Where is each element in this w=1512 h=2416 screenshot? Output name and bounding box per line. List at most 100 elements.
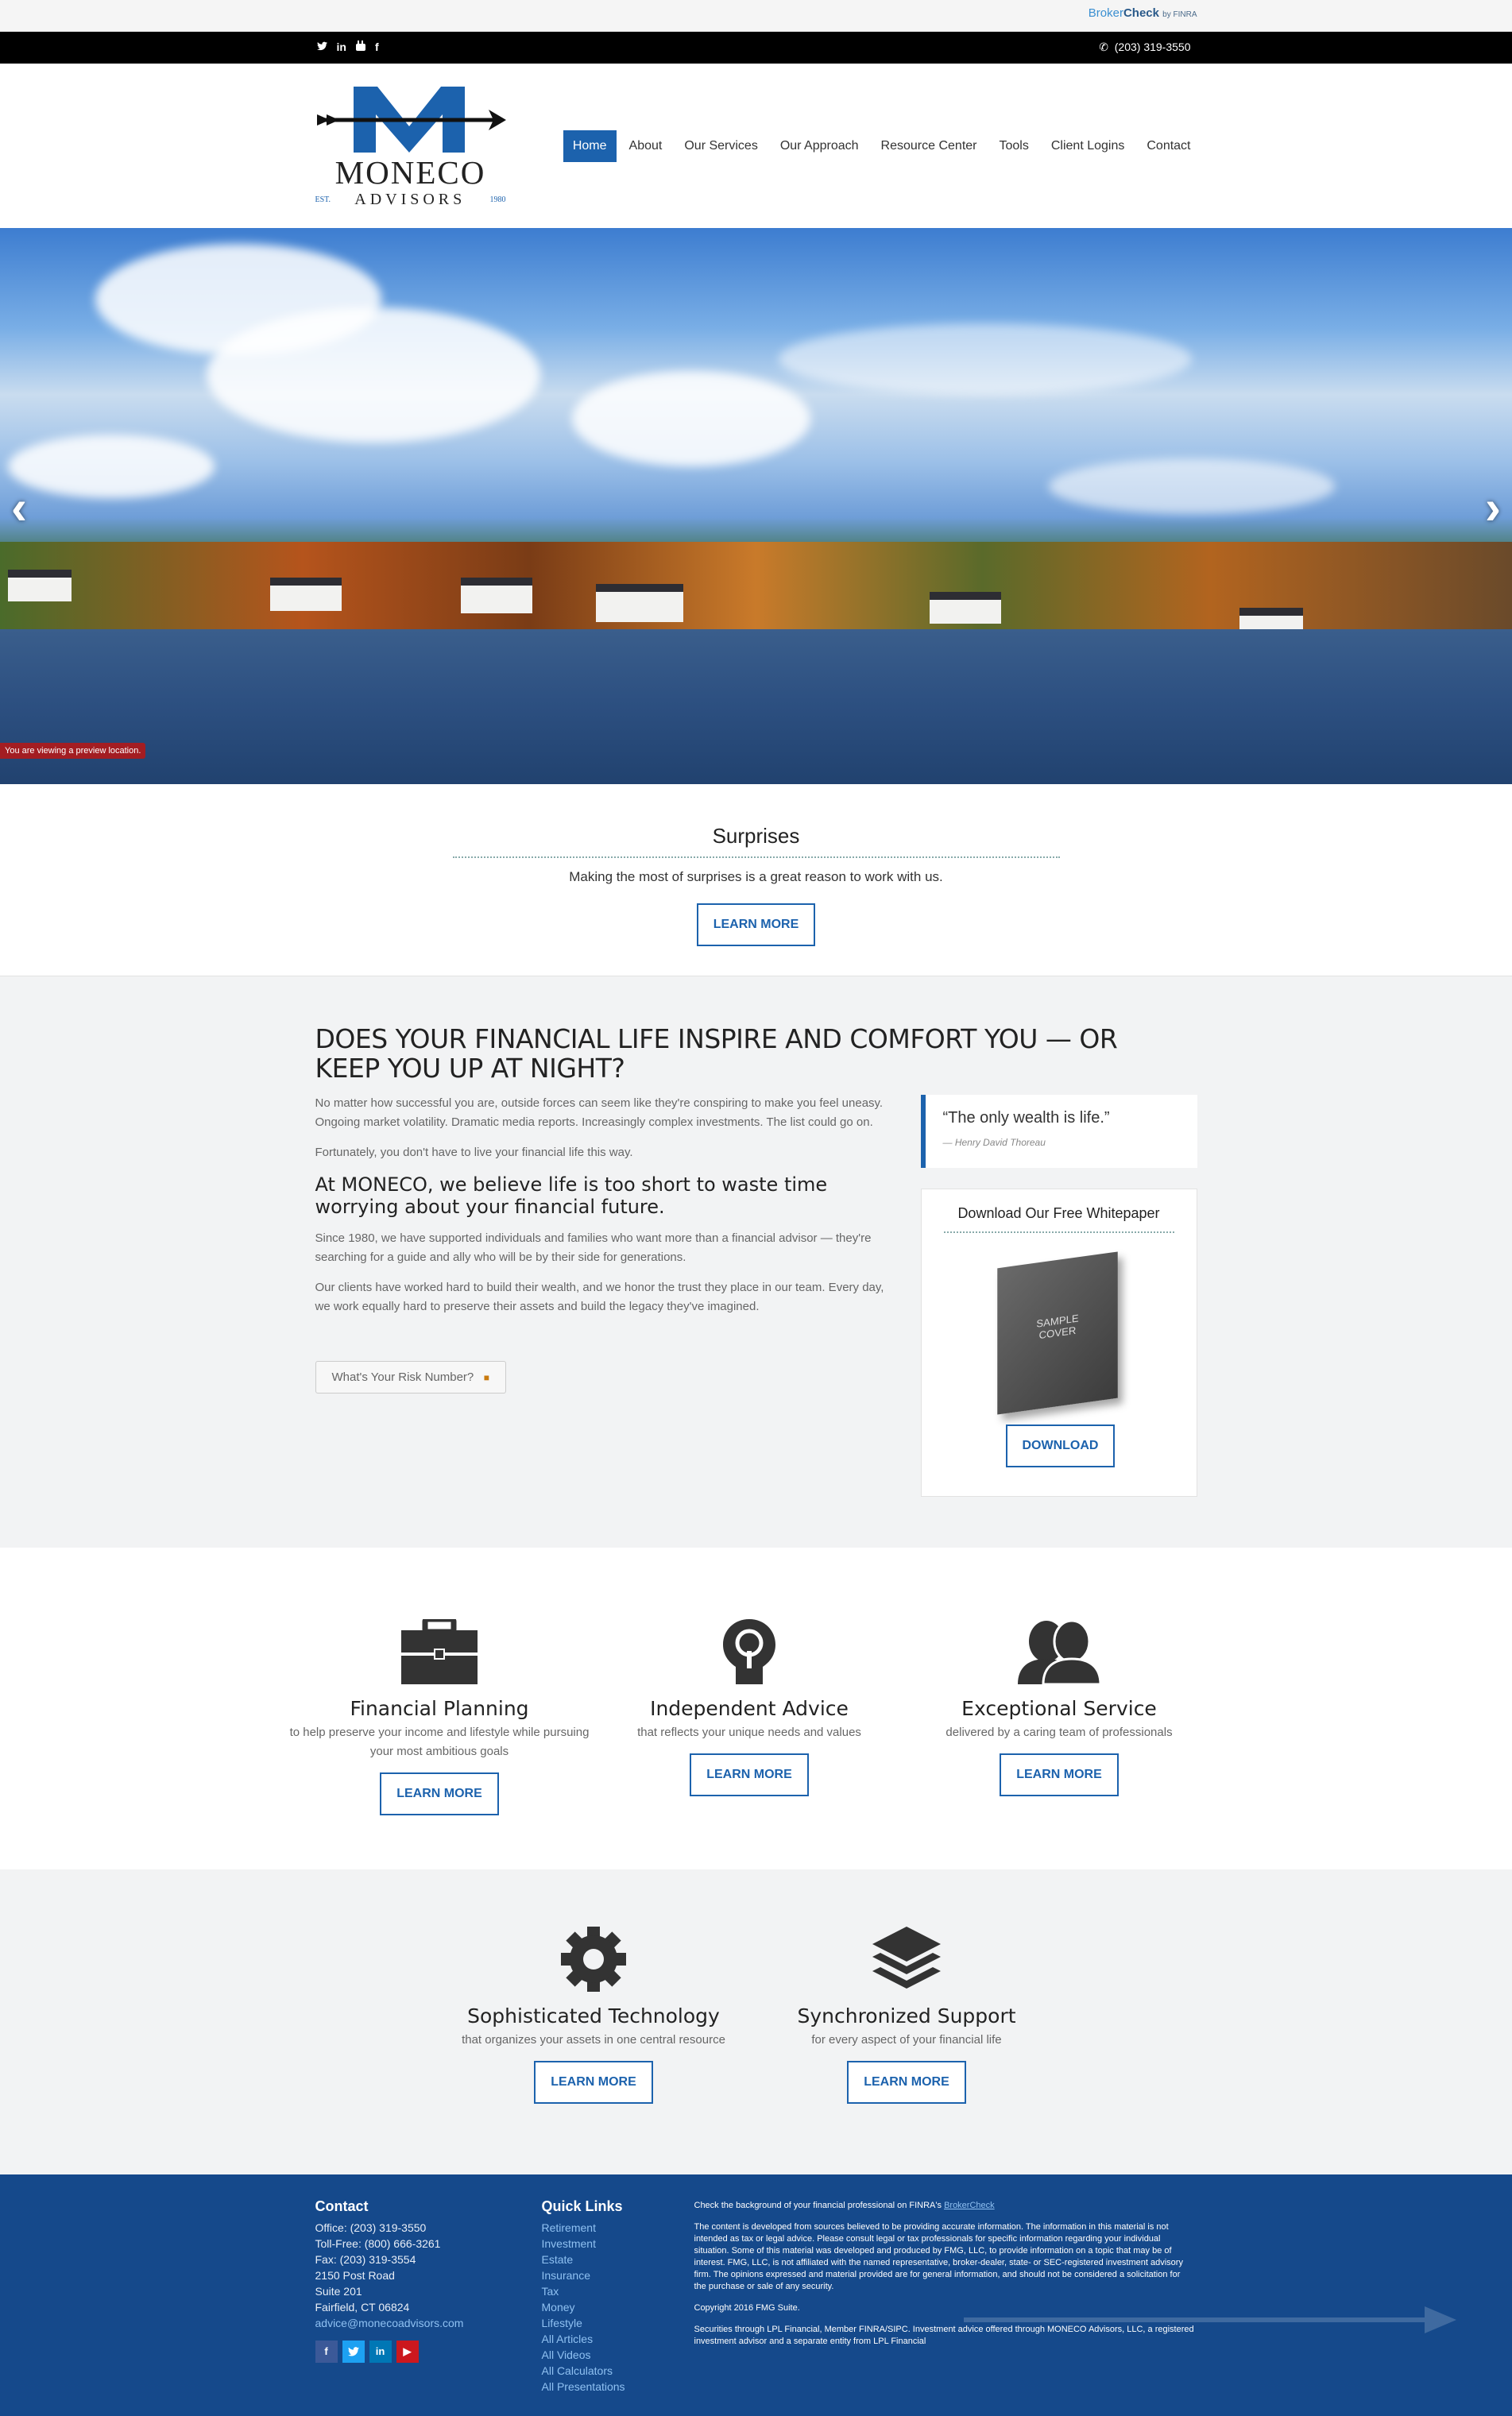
- nav-our-approach[interactable]: Our Approach: [771, 130, 868, 162]
- intro-paragraph: Since 1980, we have supported individual…: [315, 1231, 872, 1264]
- feature-title: Exceptional Service: [961, 1697, 1157, 1720]
- logo-subline: EST. ADVISORS 1980: [315, 191, 506, 209]
- hero-house: [930, 592, 1001, 624]
- footer-link-all-presentations[interactable]: All Presentations: [542, 2379, 685, 2395]
- feature-description: to help preserve your income and lifesty…: [289, 1726, 590, 1758]
- feature-independent-advice: Independent Advice that reflects your un…: [598, 1611, 900, 1796]
- footer-contact-line: Fax: (203) 319-3554: [315, 2253, 416, 2266]
- twitter-icon[interactable]: [342, 2341, 365, 2363]
- nav-tools[interactable]: Tools: [990, 130, 1038, 162]
- feature-exceptional-service: Exceptional Service delivered by a carin…: [908, 1611, 1210, 1796]
- nav-contact[interactable]: Contact: [1137, 130, 1200, 162]
- phone-icon: ✆: [1099, 41, 1108, 53]
- hero-house: [8, 570, 72, 601]
- features-row-1: Financial Planning to help preserve your…: [0, 1548, 1512, 1869]
- gear-icon: [443, 1919, 744, 1992]
- briefcase-icon: [288, 1611, 590, 1684]
- quote-author: — Henry David Thoreau: [942, 1137, 1046, 1148]
- moneco-logo[interactable]: MONECO EST. ADVISORS 1980: [315, 83, 506, 210]
- hero-cloud: [8, 435, 215, 498]
- whitepaper-card: Download Our Free Whitepaper SAMPLE COVE…: [920, 1189, 1197, 1497]
- linkedin-icon[interactable]: in: [337, 41, 346, 53]
- hero-house: [596, 584, 683, 622]
- quote-box: “The only wealth is life.” — Henry David…: [920, 1095, 1197, 1168]
- feature-description: for every aspect of your financial life: [811, 2033, 1002, 2047]
- feature-title: Synchronized Support: [797, 2004, 1016, 2028]
- logo-est: EST.: [315, 195, 331, 204]
- intro-paragraph: Fortunately, you don't have to live your…: [315, 1146, 633, 1159]
- brokercheck-link[interactable]: BrokerCheck by FINRA: [1089, 6, 1197, 20]
- footer-email-link[interactable]: advice@monecoadvisors.com: [315, 2315, 530, 2331]
- site-footer: Contact Office: (203) 319-3550 Toll-Free…: [0, 2174, 1512, 2416]
- independent-advice-learn-more-button[interactable]: LEARN MORE: [690, 1753, 809, 1796]
- intro-subheading: At MONECO, we believe life is too short …: [315, 1173, 828, 1218]
- hero-house: [270, 578, 342, 611]
- hero-slider: ‹ › You are viewing a preview location.: [0, 228, 1512, 784]
- brokercheck-strong: Check: [1123, 6, 1159, 20]
- footer-brokercheck-text: Check the background of your financial p…: [694, 2201, 942, 2210]
- nav-home[interactable]: Home: [563, 130, 617, 162]
- facebook-icon[interactable]: f: [375, 41, 379, 53]
- footer-brokercheck-link[interactable]: BrokerCheck: [944, 2201, 995, 2210]
- top-strip: BrokerCheck by FINRA: [0, 0, 1512, 32]
- linkedin-icon[interactable]: in: [369, 2341, 392, 2363]
- footer-link-lifestyle[interactable]: Lifestyle: [542, 2315, 685, 2331]
- nav-resource-center[interactable]: Resource Center: [872, 130, 987, 162]
- youtube-icon[interactable]: ▶: [396, 2341, 419, 2363]
- financial-planning-learn-more-button[interactable]: LEARN MORE: [380, 1772, 499, 1815]
- brokercheck-prefix: Broker: [1088, 6, 1123, 20]
- feature-sophisticated-technology: Sophisticated Technology that organizes …: [443, 1919, 744, 2104]
- footer-legal: Check the background of your financial p…: [694, 2200, 1195, 2357]
- footer-securities: Securities through LPL Financial, Member…: [694, 2325, 1194, 2346]
- preview-location-badge: You are viewing a preview location.: [0, 743, 146, 759]
- footer-contact-line: Suite 201: [315, 2285, 362, 2298]
- social-links-top: in f: [316, 41, 379, 53]
- nav-client-logins[interactable]: Client Logins: [1042, 130, 1135, 162]
- footer-link-insurance[interactable]: Insurance: [542, 2267, 685, 2283]
- footer-social-links: f in ▶: [315, 2341, 530, 2363]
- footer-link-estate[interactable]: Estate: [542, 2252, 685, 2267]
- footer-contact-line: Toll-Free: (800) 666-3261: [315, 2237, 441, 2250]
- nav-about[interactable]: About: [620, 130, 672, 162]
- footer-contact-line: Office: (203) 319-3550: [315, 2221, 427, 2234]
- hero-house: [461, 578, 532, 613]
- download-button[interactable]: DOWNLOAD: [1005, 1424, 1116, 1467]
- footer-link-all-videos[interactable]: All Videos: [542, 2347, 685, 2363]
- slider-next-arrow[interactable]: ›: [1485, 484, 1501, 532]
- surprises-text: Making the most of surprises is a great …: [569, 869, 943, 884]
- synchronized-support-learn-more-button[interactable]: LEARN MORE: [847, 2061, 966, 2104]
- risk-number-button[interactable]: What's Your Risk Number? ■: [315, 1361, 507, 1394]
- nav-our-services[interactable]: Our Services: [675, 130, 767, 162]
- slider-prev-arrow[interactable]: ‹: [11, 484, 27, 532]
- logo-year: 1980: [489, 195, 506, 204]
- hero-cloud: [1049, 458, 1335, 514]
- surprises-learn-more-button[interactable]: LEARN MORE: [696, 903, 816, 946]
- feature-title: Financial Planning: [350, 1697, 529, 1720]
- surprises-title: Surprises: [712, 824, 800, 848]
- risk-number-icon: ■: [483, 1372, 490, 1383]
- footer-link-all-articles[interactable]: All Articles: [542, 2331, 685, 2347]
- footer-link-retirement[interactable]: Retirement: [542, 2220, 685, 2236]
- feature-title: Sophisticated Technology: [467, 2004, 720, 2028]
- surprises-section: Surprises Making the most of surprises i…: [0, 784, 1512, 976]
- youtube-icon[interactable]: [355, 41, 365, 53]
- quote-text: “The only wealth is life.”: [942, 1109, 1110, 1127]
- feature-financial-planning: Financial Planning to help preserve your…: [288, 1611, 590, 1815]
- intro-body: No matter how successful you are, outsid…: [315, 1094, 887, 1394]
- footer-link-investment[interactable]: Investment: [542, 2236, 685, 2252]
- sophisticated-technology-learn-more-button[interactable]: LEARN MORE: [534, 2061, 653, 2104]
- intro-paragraph: No matter how successful you are, outsid…: [315, 1096, 884, 1129]
- footer-link-all-calculators[interactable]: All Calculators: [542, 2363, 685, 2379]
- intro-heading: DOES YOUR FINANCIAL LIFE INSPIRE AND COM…: [315, 1023, 1118, 1084]
- footer-link-tax[interactable]: Tax: [542, 2283, 685, 2299]
- footer-disclaimer: The content is developed from sources be…: [694, 2222, 1183, 2291]
- feature-synchronized-support: Synchronized Support for every aspect of…: [756, 1919, 1058, 2104]
- footer-quick-links-title: Quick Links: [541, 2198, 623, 2214]
- twitter-icon[interactable]: [316, 41, 327, 53]
- facebook-icon[interactable]: f: [315, 2341, 338, 2363]
- footer-contact-line: 2150 Post Road: [315, 2269, 395, 2282]
- footer-link-money[interactable]: Money: [542, 2299, 685, 2315]
- brokercheck-suffix: by FINRA: [1162, 10, 1197, 19]
- exceptional-service-learn-more-button[interactable]: LEARN MORE: [1000, 1753, 1119, 1796]
- phone-number-top[interactable]: ✆ (203) 319-3550: [1099, 41, 1190, 54]
